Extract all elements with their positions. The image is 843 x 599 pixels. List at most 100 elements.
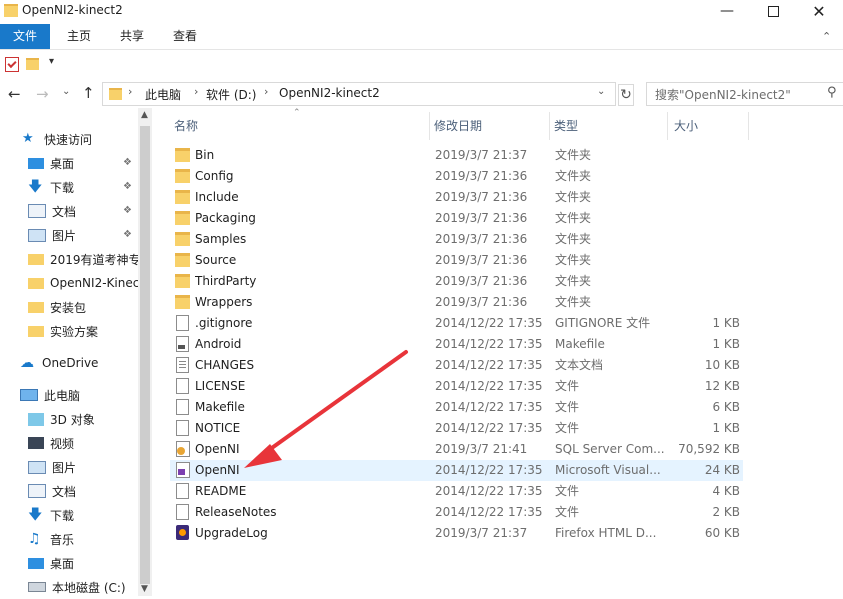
column-header-type[interactable]: 类型: [550, 112, 668, 140]
back-button[interactable]: ←: [8, 85, 21, 103]
file-row[interactable]: ReleaseNotes 2014/12/22 17:35 文件 2 KB: [170, 502, 743, 523]
pin-icon[interactable]: ❖: [123, 229, 132, 240]
chevron-up-icon[interactable]: ⌃: [822, 30, 831, 43]
nav-item-documents[interactable]: 文档 ❖: [28, 199, 138, 223]
file-row[interactable]: Include 2019/3/7 21:36 文件夹: [170, 187, 743, 208]
file-row[interactable]: README 2014/12/22 17:35 文件 4 KB: [170, 481, 743, 502]
scroll-down-icon[interactable]: ▼: [141, 584, 148, 594]
folder-icon: [175, 211, 190, 225]
nav-item-3d-objects[interactable]: 3D 对象: [28, 407, 138, 431]
chevron-down-icon[interactable]: ⌄: [597, 86, 605, 97]
nav-item-pictures[interactable]: 图片 ❖: [28, 223, 138, 247]
breadcrumb-this-pc[interactable]: 此电脑: [145, 86, 181, 103]
file-row[interactable]: LICENSE 2014/12/22 17:35 文件 12 KB: [170, 376, 743, 397]
file-name: UpgradeLog: [195, 526, 268, 540]
refresh-icon[interactable]: ↻: [618, 84, 634, 106]
file-row[interactable]: .gitignore 2014/12/22 17:35 GITIGNORE 文件 1 …: [170, 313, 743, 334]
nav-item-folder-install[interactable]: 安装包: [28, 295, 138, 319]
file-row[interactable]: UpgradeLog 2019/3/7 21:37 Firefox HTML D..…: [170, 523, 743, 544]
nav-item-folder-2019[interactable]: 2019有道考神专: [28, 247, 138, 271]
nav-item-pc-downloads[interactable]: 🡇 下载: [28, 503, 138, 527]
column-header-size[interactable]: 大小: [670, 112, 749, 140]
nav-item-pc-pictures[interactable]: 图片: [28, 455, 138, 479]
file-row[interactable]: Android 2014/12/22 17:35 Makefile 1 KB: [170, 334, 743, 355]
file-row[interactable]: CHANGES 2014/12/22 17:35 文本文档 10 KB: [170, 355, 743, 376]
minimize-button[interactable]: —: [704, 0, 750, 22]
file-row[interactable]: NOTICE 2014/12/22 17:35 文件 1 KB: [170, 418, 743, 439]
video-icon: [28, 437, 44, 449]
nav-item-desktop[interactable]: 桌面 ❖: [28, 151, 138, 175]
file-name: Makefile: [195, 400, 245, 414]
search-input[interactable]: 搜索"OpenNI2-kinect2" ⚲: [646, 82, 843, 106]
file-date: 2014/12/22 17:35: [435, 316, 543, 330]
folder-icon: [175, 295, 190, 309]
file-size: 4 KB: [712, 484, 740, 498]
nav-item-pc-desktop[interactable]: 桌面: [28, 551, 138, 575]
file-icon: [176, 315, 189, 331]
tab-view[interactable]: 查看: [161, 24, 209, 49]
tab-share[interactable]: 共享: [108, 24, 156, 49]
file-type: GITIGNORE 文件: [555, 316, 651, 330]
maximize-button[interactable]: [750, 0, 796, 22]
chevron-right-icon: ›: [194, 85, 199, 98]
computer-icon: [20, 389, 38, 401]
file-icon: [176, 378, 189, 394]
file-row[interactable]: OpenNI 2014/12/22 17:35 Microsoft Visual..…: [170, 460, 743, 481]
file-date: 2019/3/7 21:36: [435, 211, 528, 225]
sql-db-icon: [176, 441, 190, 457]
nav-item-pc-documents[interactable]: 文档: [28, 479, 138, 503]
file-size: 60 KB: [704, 526, 740, 540]
file-row[interactable]: Samples 2019/3/7 21:36 文件夹: [170, 229, 743, 250]
close-button[interactable]: ✕: [796, 0, 842, 22]
file-date: 2014/12/22 17:35: [435, 421, 543, 435]
file-row[interactable]: Bin 2019/3/7 21:37 文件夹: [170, 145, 743, 166]
column-header-name[interactable]: 名称: [170, 112, 430, 140]
file-row[interactable]: OpenNI 2019/3/7 21:41 SQL Server Com... 70,…: [170, 439, 743, 460]
tab-home[interactable]: 主页: [55, 24, 103, 49]
breadcrumb-drive[interactable]: 软件 (D:): [206, 86, 256, 103]
music-icon: ♫: [28, 531, 41, 547]
recent-locations-icon[interactable]: ⌄: [62, 86, 70, 97]
folder-icon: [175, 190, 190, 204]
nav-item-music[interactable]: ♫ 音乐: [28, 527, 138, 551]
file-size: 6 KB: [712, 400, 740, 414]
breadcrumb-folder[interactable]: OpenNI2-kinect2: [279, 86, 380, 100]
nav-item-local-disk[interactable]: 本地磁盘 (C:): [28, 575, 138, 599]
pin-icon[interactable]: ❖: [123, 157, 132, 168]
search-icon[interactable]: ⚲: [827, 85, 837, 100]
address-bar[interactable]: › 此电脑 › 软件 (D:) › OpenNI2-kinect2 ⌄: [102, 82, 616, 106]
file-icon: [176, 420, 189, 436]
tab-file[interactable]: 文件: [0, 24, 51, 49]
chevron-right-icon: ›: [264, 85, 269, 98]
file-row[interactable]: ThirdParty 2019/3/7 21:36 文件夹: [170, 271, 743, 292]
nav-item-downloads[interactable]: 🡇 下载 ❖: [28, 175, 138, 199]
nav-scrollbar-thumb[interactable]: [140, 126, 150, 584]
file-row[interactable]: Makefile 2014/12/22 17:35 文件 6 KB: [170, 397, 743, 418]
properties-icon[interactable]: [5, 57, 19, 72]
download-icon: 🡇: [28, 179, 43, 195]
file-date: 2019/3/7 21:36: [435, 232, 528, 246]
nav-item-folder-openni[interactable]: OpenNI2-Kinec: [28, 271, 138, 295]
file-row[interactable]: Source 2019/3/7 21:36 文件夹: [170, 250, 743, 271]
up-button[interactable]: ↑: [82, 84, 95, 102]
file-row[interactable]: Wrappers 2019/3/7 21:36 文件夹: [170, 292, 743, 313]
scroll-up-icon[interactable]: ▲: [141, 110, 148, 120]
column-header-date[interactable]: 修改日期: [430, 112, 550, 140]
pin-icon[interactable]: ❖: [123, 205, 132, 216]
file-type: 文件: [555, 379, 580, 393]
file-size: 1 KB: [712, 316, 740, 330]
file-date: 2019/3/7 21:36: [435, 169, 528, 183]
new-folder-icon[interactable]: [26, 58, 39, 70]
file-row[interactable]: Packaging 2019/3/7 21:36 文件夹: [170, 208, 743, 229]
file-icon: [176, 399, 189, 415]
folder-icon: [109, 88, 122, 100]
file-size: 70,592 KB: [678, 442, 740, 456]
documents-icon: [28, 204, 46, 218]
pin-icon[interactable]: ❖: [123, 181, 132, 192]
file-row[interactable]: Config 2019/3/7 21:36 文件夹: [170, 166, 743, 187]
file-size: [670, 208, 740, 229]
nav-item-folder-experiment[interactable]: 实验方案: [28, 319, 138, 343]
customize-toolbar-icon[interactable]: ▾: [49, 56, 54, 67]
forward-button[interactable]: →: [36, 85, 49, 103]
nav-item-videos[interactable]: 视频: [28, 431, 138, 455]
